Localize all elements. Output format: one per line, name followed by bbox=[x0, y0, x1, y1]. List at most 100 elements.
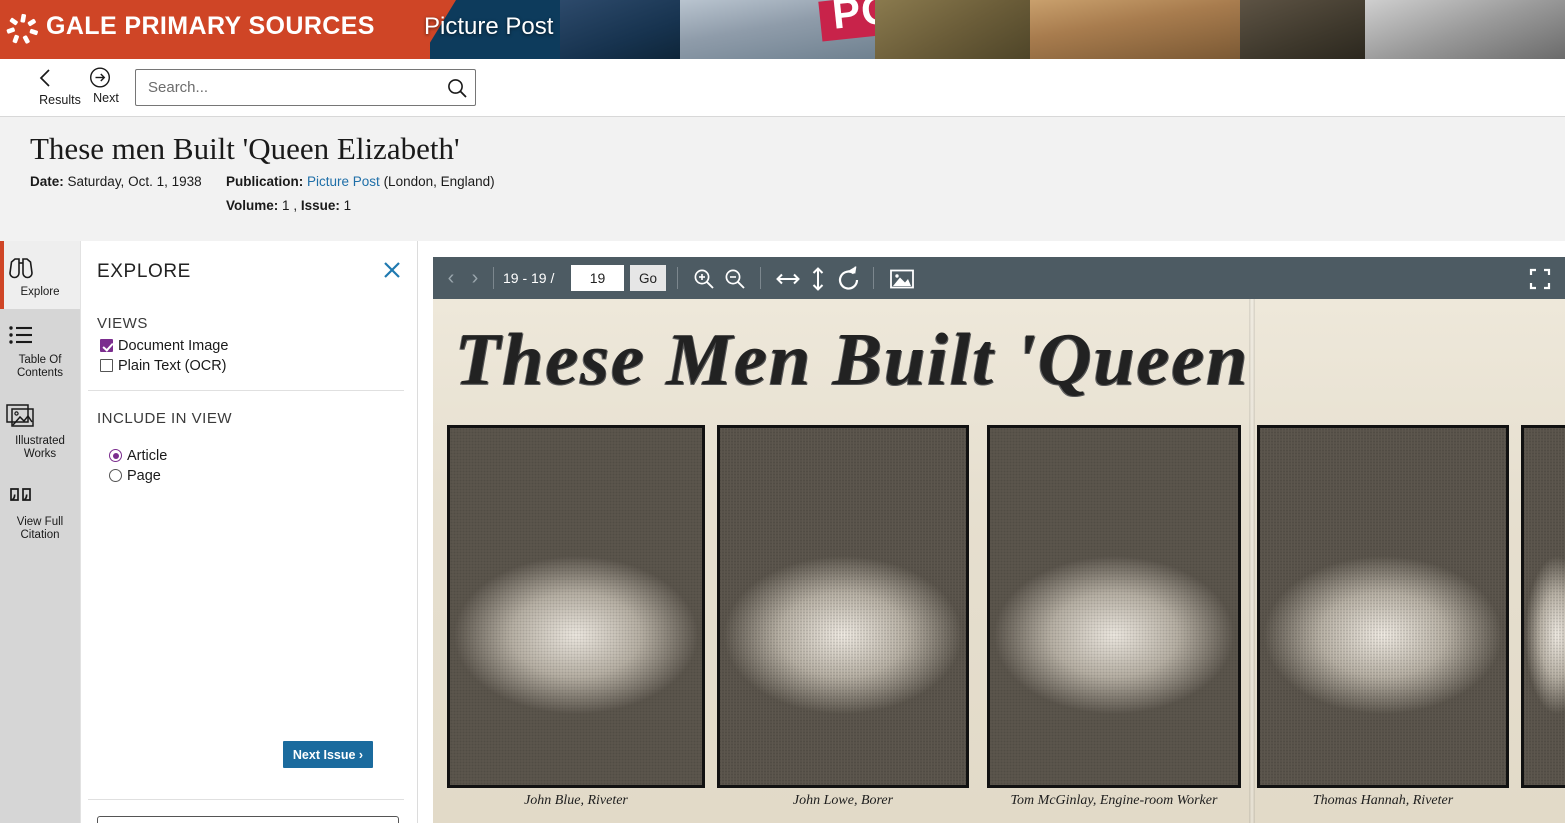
chevron-right-icon: › bbox=[358, 747, 364, 762]
portrait-face bbox=[1524, 428, 1565, 785]
sidebar-item-label: Explore bbox=[20, 286, 60, 298]
scan-photo bbox=[717, 425, 969, 788]
next-issue-label: Next Issue bbox=[292, 747, 356, 762]
scan-photo bbox=[447, 425, 705, 788]
left-rail-nav: Explore Table Of Contents Illustrated Wo… bbox=[0, 241, 80, 823]
scan-caption: Tom McGinlay, Engine-room Worker bbox=[1010, 793, 1218, 808]
back-to-results-button[interactable]: Results bbox=[36, 67, 84, 107]
fit-height-icon[interactable] bbox=[805, 266, 831, 292]
issue-value: 1 bbox=[343, 198, 352, 213]
search-box[interactable] bbox=[135, 69, 476, 106]
view-option-label: Document Image bbox=[118, 338, 229, 354]
volume-label: Volume: bbox=[226, 198, 279, 213]
toolbar-divider bbox=[493, 267, 494, 289]
include-option-article[interactable]: Article bbox=[109, 448, 167, 464]
panel-search-input[interactable] bbox=[108, 817, 358, 823]
document-header: These men Built 'Queen Elizabeth' Date: … bbox=[0, 117, 1565, 241]
sidebar-item-explore[interactable]: Explore bbox=[0, 241, 80, 309]
search-input[interactable] bbox=[146, 70, 441, 105]
view-option-label: Plain Text (OCR) bbox=[118, 358, 227, 374]
cover-art-3 bbox=[875, 0, 1040, 59]
document-viewer: ‹ › 19 - 19 / Go bbox=[419, 241, 1565, 823]
next-document-label: Next bbox=[93, 91, 119, 105]
metadata-publication: Publication: Picture Post (London, Engla… bbox=[226, 174, 495, 189]
panel-divider bbox=[88, 390, 404, 391]
scan-caption: John Lowe, Borer bbox=[792, 793, 894, 808]
fullscreen-icon[interactable] bbox=[1529, 268, 1551, 290]
checkbox-icon[interactable] bbox=[100, 359, 113, 372]
quote-icon bbox=[4, 483, 76, 513]
rotate-icon[interactable] bbox=[835, 266, 861, 292]
radio-icon[interactable] bbox=[109, 449, 122, 462]
toolbar-divider bbox=[873, 267, 874, 289]
issue-label: Issue: bbox=[300, 198, 340, 213]
scan-masthead-text: These Men Built 'Queen bbox=[455, 319, 1250, 401]
view-option-plain-text[interactable]: Plain Text (OCR) bbox=[100, 358, 227, 374]
portrait-face bbox=[1260, 428, 1506, 785]
view-option-document-image[interactable]: Document Image bbox=[100, 338, 228, 354]
radio-icon[interactable] bbox=[109, 469, 122, 482]
magazine-cover-montage-banner: POST DIALMIE FROM JIM EVANS bbox=[560, 0, 1565, 59]
portrait-face bbox=[720, 428, 966, 785]
chevron-right-icon[interactable]: › bbox=[463, 257, 487, 299]
scan-caption: Thomas Hannah, Riveter bbox=[1312, 793, 1454, 808]
sidebar-item-view-full-citation[interactable]: View Full Citation bbox=[0, 471, 80, 552]
zoom-out-icon[interactable] bbox=[722, 266, 748, 292]
next-document-button[interactable]: Next bbox=[88, 65, 124, 105]
date-label: Date: bbox=[30, 174, 64, 189]
include-in-view-heading: INCLUDE IN VIEW bbox=[97, 410, 233, 427]
back-to-results-label: Results bbox=[39, 93, 81, 107]
cover-art-5: DIALMIE FROM JIM EVANS bbox=[1240, 0, 1370, 59]
sidebar-item-label: Illustrated Works bbox=[15, 435, 65, 460]
page-title: These men Built 'Queen Elizabeth' bbox=[30, 131, 460, 166]
panel-search-box[interactable] bbox=[97, 816, 399, 823]
toolbar-divider bbox=[677, 267, 678, 289]
date-value: Saturday, Oct. 1, 1938 bbox=[67, 174, 202, 189]
chevron-left-icon[interactable]: ‹ bbox=[439, 257, 463, 299]
close-icon[interactable] bbox=[381, 259, 403, 281]
issue-separator: , bbox=[293, 198, 298, 213]
cover-art-6 bbox=[1365, 0, 1565, 59]
explore-panel: EXPLORE VIEWS Document Image Plain Text … bbox=[80, 241, 418, 823]
gale-sunburst-icon[interactable] bbox=[6, 13, 40, 47]
portrait-face bbox=[990, 428, 1238, 785]
sidebar-item-illustrated-works[interactable]: Illustrated Works bbox=[0, 390, 80, 471]
list-icon bbox=[4, 321, 76, 351]
include-option-label: Article bbox=[127, 448, 168, 464]
zoom-in-icon[interactable] bbox=[691, 266, 717, 292]
page-range-label: 19 - 19 / bbox=[503, 270, 555, 286]
go-button[interactable]: Go bbox=[630, 265, 666, 291]
next-issue-button[interactable]: Next Issue › bbox=[283, 741, 373, 768]
sidebar-item-table-of-contents[interactable]: Table Of Contents bbox=[0, 309, 80, 390]
sidebar-item-label: Table Of Contents bbox=[16, 354, 64, 379]
fit-width-icon[interactable] bbox=[775, 266, 801, 292]
scanned-page: These Men Built 'Queen John Blue, Rivete… bbox=[433, 299, 1565, 823]
page-number-input[interactable] bbox=[571, 265, 624, 291]
volume-value: 1 bbox=[282, 198, 290, 213]
publication-link[interactable]: Picture Post bbox=[307, 174, 380, 189]
include-option-page[interactable]: Page bbox=[109, 468, 161, 484]
cover-art-4 bbox=[1030, 0, 1565, 59]
page-fold bbox=[1249, 299, 1255, 823]
sidebar-item-label: View Full Citation bbox=[16, 516, 64, 541]
publication-name: Picture Post bbox=[424, 13, 554, 40]
views-heading: VIEWS bbox=[97, 315, 148, 332]
publication-label: Publication: bbox=[226, 174, 304, 189]
scan-caption-row: John Blue, Riveter John Lowe, Borer Tom … bbox=[433, 793, 1565, 819]
panel-divider bbox=[88, 799, 404, 800]
images-icon bbox=[4, 402, 76, 432]
binoculars-icon bbox=[4, 253, 76, 283]
document-image[interactable]: These Men Built 'Queen John Blue, Rivete… bbox=[433, 299, 1565, 823]
metadata-volume-issue: Volume: 1 , Issue: 1 bbox=[226, 198, 351, 213]
checkbox-icon[interactable] bbox=[100, 339, 113, 352]
include-option-label: Page bbox=[127, 468, 161, 484]
scan-caption: John Blue, Riveter bbox=[524, 793, 628, 808]
scan-photo bbox=[1521, 425, 1565, 788]
action-toolbar: Results Next Advanced Search bbox=[0, 59, 1565, 164]
search-icon[interactable] bbox=[446, 77, 468, 99]
explore-panel-title: EXPLORE bbox=[97, 261, 191, 282]
image-icon[interactable] bbox=[888, 266, 914, 292]
portrait-face bbox=[450, 428, 702, 785]
scan-photo bbox=[987, 425, 1241, 788]
brand-header: POST DIALMIE FROM JIM EVANS bbox=[0, 0, 1565, 59]
